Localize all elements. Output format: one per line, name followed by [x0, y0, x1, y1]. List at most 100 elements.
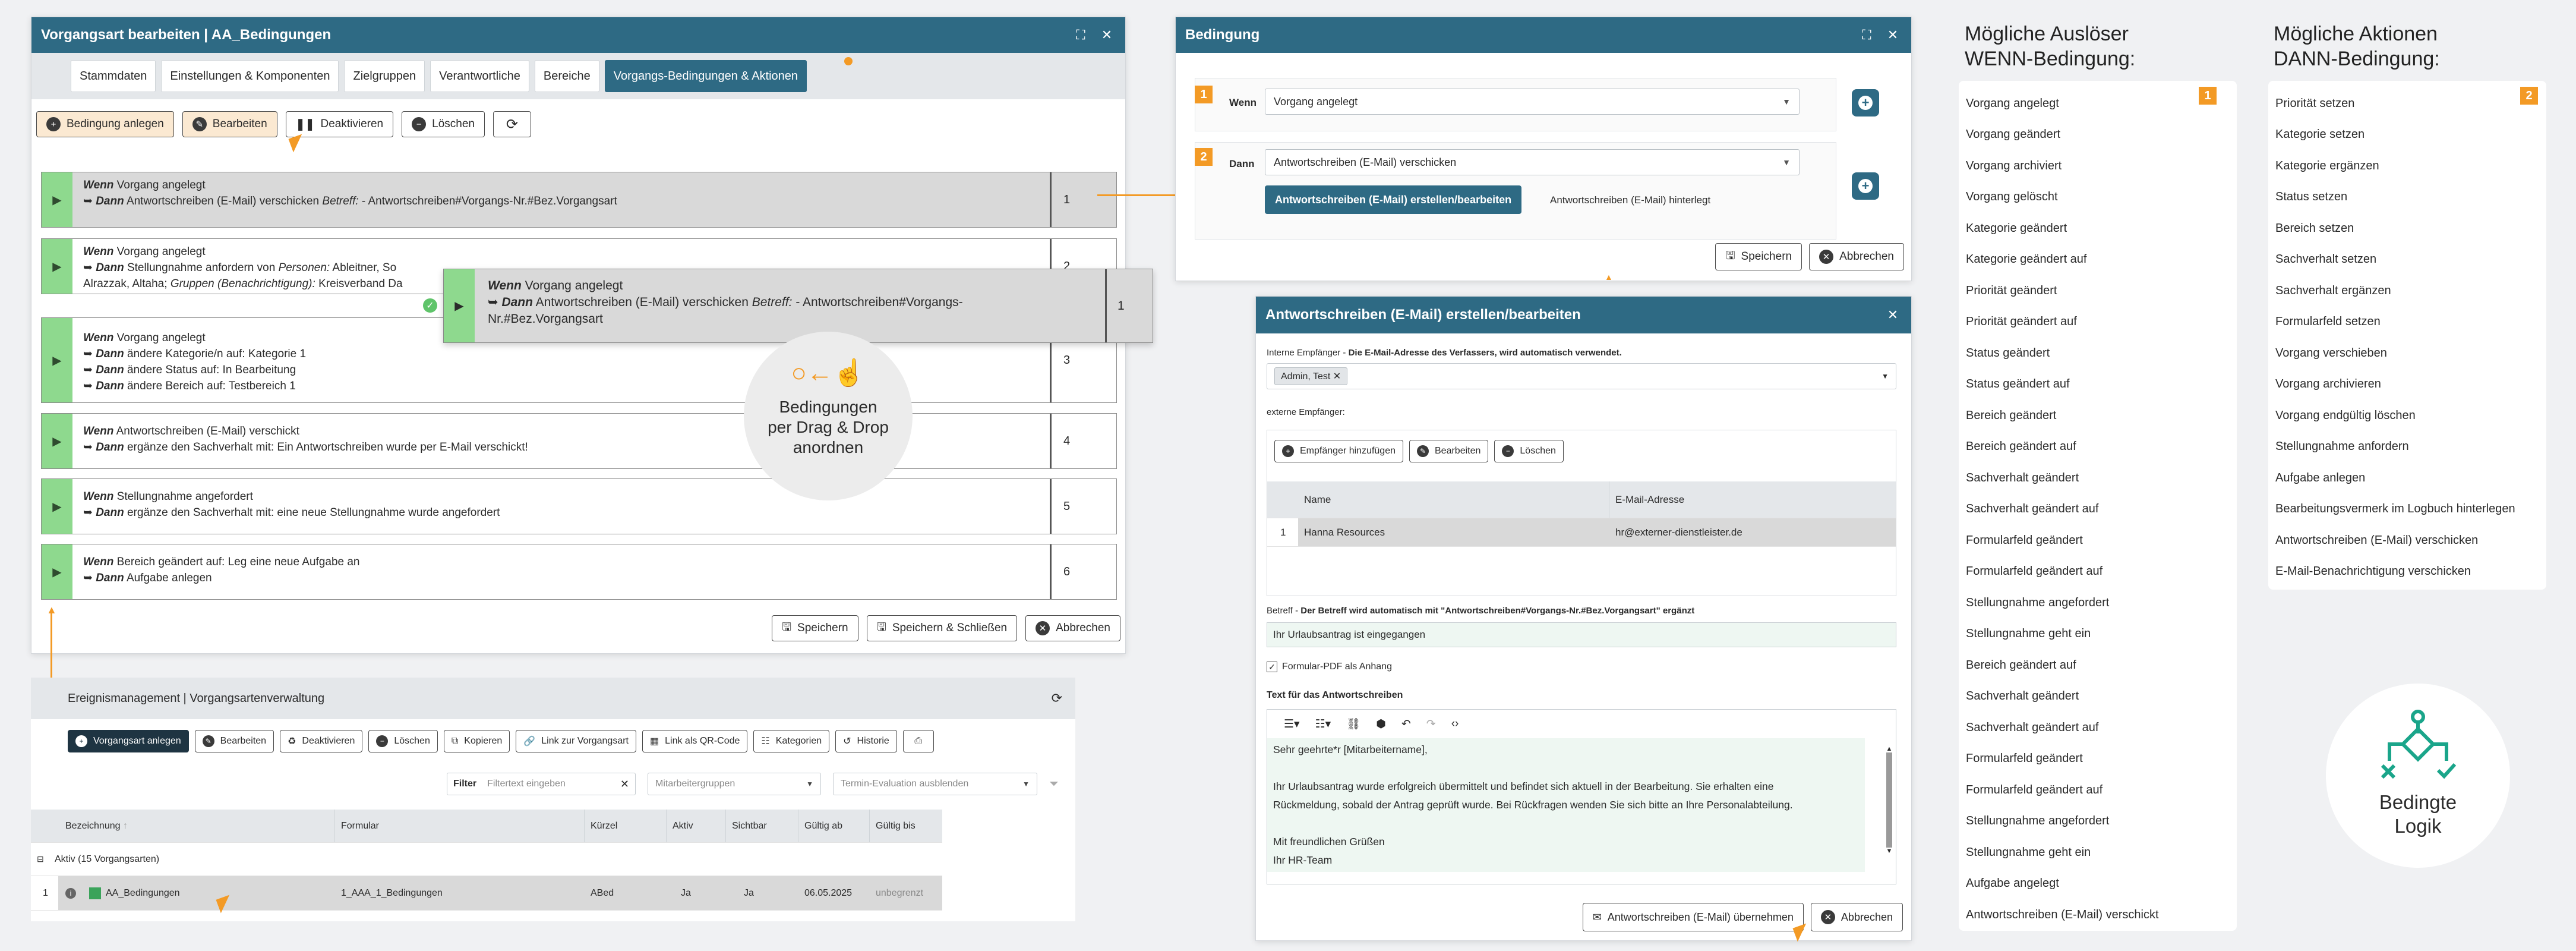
remove-chip-icon[interactable]: ✕ [1333, 371, 1341, 382]
categories-button[interactable]: ☷ Kategorien [753, 730, 830, 752]
play-icon[interactable]: ▶ [42, 414, 72, 468]
numbered-list-icon[interactable]: ☷▾ [1315, 717, 1331, 731]
delete-button[interactable]: − Löschen [368, 730, 438, 752]
tab-bedingungen-aktionen[interactable]: Vorgangs-Bedingungen & Aktionen [604, 60, 807, 92]
link-button[interactable]: 🔗 Link zur Vorgangsart [516, 730, 636, 752]
email-body[interactable]: Sehr geehrte*r [Mitarbeitername], Ihr Ur… [1267, 738, 1865, 872]
list-item[interactable]: Sachverhalt ergänzen [2268, 275, 2546, 307]
maximize-icon[interactable]: ⛶ [1858, 26, 1876, 44]
play-icon[interactable]: ▶ [42, 239, 72, 294]
list-item[interactable]: Priorität setzen [2268, 88, 2546, 119]
condition-row[interactable]: ▶ Wenn Bereich geändert auf: Leg eine ne… [41, 544, 1117, 600]
history-button[interactable]: ↺ Historie [835, 730, 897, 752]
dragged-condition[interactable]: ▶ Wenn Vorgang angelegt ➥ Dann Antwortsc… [443, 269, 1153, 343]
save-close-button[interactable]: 🖫 Speichern & Schließen [866, 615, 1018, 641]
list-item[interactable]: Status setzen [2268, 182, 2546, 213]
tab-bereiche[interactable]: Bereiche [534, 60, 599, 92]
list-item[interactable]: Formularfeld geändert [1959, 525, 2237, 556]
tab-einstellungen[interactable]: Einstellungen & Komponenten [161, 60, 339, 92]
list-item[interactable]: Vorgang endgültig löschen [2268, 400, 2546, 432]
list-item[interactable]: Sachverhalt geändert [1959, 462, 2237, 494]
undo-icon[interactable]: ↶ [1401, 717, 1411, 731]
print-button[interactable]: ⎙ [902, 730, 934, 752]
deactivate-button[interactable]: ♻ Deaktivieren [280, 730, 363, 752]
list-item[interactable]: Sachverhalt setzen [2268, 244, 2546, 276]
close-icon[interactable]: ✕ [1098, 26, 1116, 44]
add-wenn-button[interactable]: + [1852, 89, 1879, 116]
add-recipient-button[interactable]: + Empfänger hinzufügen [1274, 440, 1403, 462]
delete-button[interactable]: − Löschen [402, 111, 485, 137]
list-item[interactable]: Stellungnahme angefordert [1959, 806, 2237, 837]
recipient-chip[interactable]: Admin, Test ✕ [1274, 367, 1348, 385]
list-item[interactable]: Bereich geändert auf [1959, 432, 2237, 463]
column-header[interactable]: Bezeichnung ↑ [58, 810, 335, 842]
list-item[interactable]: Kategorie setzen [2268, 119, 2546, 151]
play-icon[interactable]: ▶ [42, 479, 72, 534]
edit-button[interactable]: ✎ Bearbeiten [182, 111, 277, 137]
filter-icon[interactable]: ⏷ [1049, 777, 1059, 791]
save-button[interactable]: 🖫 Speichern [1715, 243, 1802, 270]
scrollbar[interactable]: ▲ ▼ [1885, 745, 1893, 870]
cancel-button[interactable]: ✕ Abbrechen [1809, 243, 1904, 270]
tab-stammdaten[interactable]: Stammdaten [71, 60, 156, 92]
column-header[interactable]: Sichtbar [726, 810, 798, 842]
add-condition-button[interactable]: + Bedingung anlegen [36, 111, 174, 137]
list-item[interactable]: Vorgang geändert [1959, 119, 2237, 151]
internal-recipients-field[interactable]: Admin, Test ✕ ▼ [1267, 363, 1896, 389]
filter-field[interactable]: Filter Filtertext eingeben ✕ [447, 773, 636, 795]
copy-button[interactable]: ⧉ Kopieren [443, 730, 510, 752]
list-item[interactable]: Stellungnahme geht ein [1959, 837, 2237, 868]
list-item[interactable]: Kategorie ergänzen [2268, 150, 2546, 182]
qr-code-button[interactable]: ▦ Link als QR-Code [642, 730, 748, 752]
edit-button[interactable]: ✎ Bearbeiten [1409, 440, 1489, 462]
pdf-checkbox[interactable]: ✓ [1267, 662, 1277, 672]
column-header[interactable]: Name [1298, 481, 1609, 518]
list-item[interactable]: Aufgabe angelegt [1959, 868, 2237, 900]
media-icon[interactable]: ⬢ [1376, 717, 1386, 731]
save-button[interactable]: 🖫 Speichern [771, 615, 858, 641]
edit-button[interactable]: ✎ Bearbeiten [194, 730, 274, 752]
list-item[interactable]: Kategorie geändert auf [1959, 244, 2237, 276]
tab-zielgruppen[interactable]: Zielgruppen [344, 60, 425, 92]
group-select[interactable]: Mitarbeitergruppen ▼ [648, 773, 821, 795]
dann-select[interactable]: Antwortschreiben (E-Mail) verschicken ▼ [1265, 149, 1800, 175]
list-item[interactable]: E-Mail-Benachrichtigung verschicken [2268, 556, 2546, 588]
wenn-select[interactable]: Vorgang angelegt ▼ [1265, 89, 1800, 115]
list-item[interactable]: Bereich setzen [2268, 213, 2546, 244]
column-header[interactable]: Aktiv [667, 810, 726, 842]
cancel-button[interactable]: ✕ Abbrechen [1810, 903, 1903, 931]
list-item[interactable]: Vorgang verschieben [2268, 338, 2546, 369]
add-dann-button[interactable]: + [1852, 172, 1879, 200]
termin-select[interactable]: Termin-Evaluation ausblenden ▼ [833, 773, 1037, 795]
list-item[interactable]: Status geändert auf [1959, 369, 2237, 401]
group-row[interactable]: ⊟ Aktiv (15 Vorgangsarten) [31, 843, 942, 876]
redo-icon[interactable]: ↷ [1426, 717, 1436, 731]
link-icon[interactable]: ⛓ [1346, 717, 1360, 731]
collapse-icon[interactable]: ⊟ [31, 854, 45, 864]
close-icon[interactable]: ✕ [1884, 306, 1902, 324]
list-item[interactable]: Antwortschreiben (E-Mail) verschickt [1959, 899, 2237, 931]
list-item[interactable]: Vorgang angelegt [1959, 88, 2237, 119]
list-item[interactable]: Vorgang gelöscht [1959, 182, 2237, 213]
list-item[interactable]: Formularfeld geändert [1959, 744, 2237, 775]
column-header[interactable]: Gültig ab [798, 810, 870, 842]
condition-row[interactable]: ▶ Wenn Vorgang angelegt ➥ Dann Antwortsc… [41, 172, 1117, 228]
list-item[interactable]: Sachverhalt geändert [1959, 681, 2237, 713]
list-item[interactable]: Priorität geändert [1959, 275, 2237, 307]
list-item[interactable]: Bereich geändert [1959, 400, 2237, 432]
list-item[interactable]: Priorität geändert auf [1959, 307, 2237, 338]
list-item[interactable]: Vorgang archivieren [2268, 369, 2546, 401]
create-email-button[interactable]: Antwortschreiben (E-Mail) erstellen/bear… [1265, 185, 1522, 214]
info-icon[interactable]: i [65, 887, 76, 899]
list-item[interactable]: Antwortschreiben (E-Mail) verschicken [2268, 525, 2546, 556]
list-item[interactable]: Formularfeld setzen [2268, 307, 2546, 338]
create-vorgangsart-button[interactable]: + Vorgangsart anlegen [68, 730, 189, 752]
column-header[interactable]: Kürzel [585, 810, 667, 842]
delete-button[interactable]: − Löschen [1494, 440, 1564, 462]
table-row[interactable]: 1 Hanna Resources hr@externer-dienstleis… [1267, 518, 1896, 547]
list-item[interactable]: Formularfeld geändert auf [1959, 774, 2237, 806]
play-icon[interactable]: ▶ [42, 544, 72, 599]
list-item[interactable]: Bereich geändert auf [1959, 650, 2237, 681]
play-icon[interactable]: ▶ [42, 318, 72, 402]
list-item[interactable]: Aufgabe anlegen [2268, 462, 2546, 494]
